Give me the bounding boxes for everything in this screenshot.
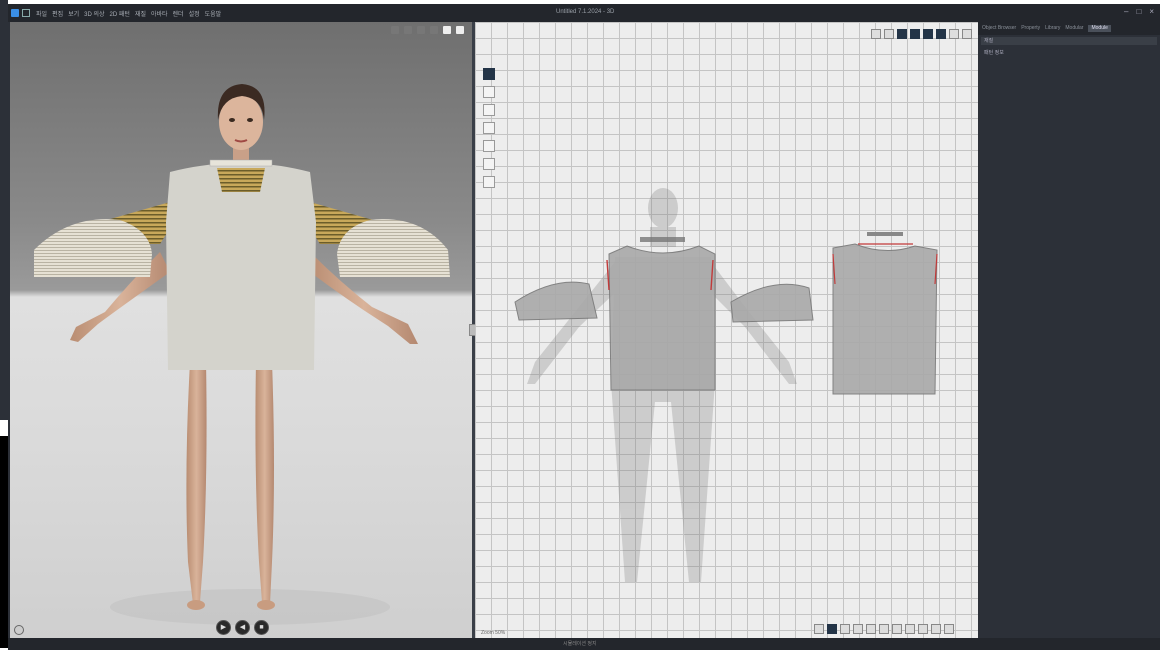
fold-tool-icon[interactable]: [483, 176, 495, 188]
3d-viewport[interactable]: ▶ ◀ ■: [10, 22, 472, 638]
status-text: 시뮬레이션 정지: [563, 641, 597, 647]
app-window: 파일 편집 보기 3D 의상 2D 패턴 재질 아바타 렌더 설정 도움말 Un…: [8, 4, 1160, 650]
menu-help[interactable]: 도움말: [205, 9, 222, 18]
segment-icon[interactable]: [853, 624, 863, 634]
tab-modular[interactable]: Modular: [1065, 25, 1083, 32]
minimize-button[interactable]: –: [1124, 7, 1128, 16]
pattern-front-collar: [640, 237, 685, 242]
3d-scene: [34, 84, 450, 625]
document-title: Untitled 7.1.2024 - 3D: [556, 9, 615, 15]
app-logo-icon: [11, 9, 19, 17]
show-texture-icon[interactable]: [910, 29, 920, 39]
pattern-right-sleeve: [730, 283, 814, 323]
simulate-back-button[interactable]: ◀: [235, 620, 250, 635]
panel-item[interactable]: 패턴 정보: [984, 49, 1154, 56]
display-option-icon[interactable]: [949, 29, 959, 39]
menu-render[interactable]: 렌더: [173, 9, 184, 18]
close-button[interactable]: ×: [1149, 7, 1154, 16]
menu-file[interactable]: 파일: [36, 9, 47, 18]
pattern-back-bodice: [832, 243, 938, 395]
camera-icon[interactable]: [404, 26, 412, 34]
fit-view-icon[interactable]: [871, 29, 881, 39]
sewing-tool-icon[interactable]: [483, 158, 495, 170]
align-icon[interactable]: [944, 624, 954, 634]
show-seam-icon[interactable]: [923, 29, 933, 39]
select-tool-icon[interactable]: [483, 68, 495, 80]
garment-display-icon[interactable]: [430, 26, 438, 34]
zoom-icon[interactable]: [905, 624, 915, 634]
status-bar: 시뮬레이션 정지: [8, 638, 1160, 650]
pattern-front-bodice: [608, 245, 716, 391]
show-pattern-icon[interactable]: [897, 29, 907, 39]
2d-pattern-canvas: [514, 188, 938, 582]
view-mode-icon[interactable]: [391, 26, 399, 34]
point-icon[interactable]: [840, 624, 850, 634]
measure-icon[interactable]: [879, 624, 889, 634]
curve-icon[interactable]: [866, 624, 876, 634]
menu-bar: 파일 편집 보기 3D 의상 2D 패턴 재질 아바타 렌더 설정 도움말: [36, 9, 221, 18]
undo-icon[interactable]: [814, 624, 824, 634]
tab-property[interactable]: Property: [1021, 25, 1040, 32]
menu-edit[interactable]: 편집: [52, 9, 63, 18]
symmetry-icon[interactable]: [892, 624, 902, 634]
rectangle-tool-icon[interactable]: [483, 104, 495, 116]
2d-pattern-viewport[interactable]: Zoom 50%: [475, 22, 978, 638]
menu-view[interactable]: 보기: [68, 9, 79, 18]
pen-icon[interactable]: [827, 624, 837, 634]
render-mode-icon[interactable]: [456, 26, 464, 34]
edit-curve-tool-icon[interactable]: [483, 86, 495, 98]
avatar-display-icon[interactable]: [417, 26, 425, 34]
2d-tool-palette: [483, 68, 495, 188]
2d-view-toolbar: [871, 29, 972, 39]
pattern-left-sleeve: [514, 281, 598, 321]
internal-shape-tool-icon[interactable]: [483, 122, 495, 134]
menu-3d-garment[interactable]: 3D 의상: [84, 9, 104, 18]
window-left-edge: [0, 0, 8, 420]
panel-dropdown[interactable]: 재질: [981, 37, 1157, 45]
menu-material[interactable]: 재질: [135, 9, 146, 18]
simulate-stop-button[interactable]: ■: [254, 620, 269, 635]
button-tool-icon[interactable]: [483, 140, 495, 152]
simulation-controls: ▶ ◀ ■: [216, 620, 269, 635]
zoom-label: Zoom 50%: [481, 630, 506, 636]
pattern-back-collar: [867, 232, 903, 236]
window-controls: – □ ×: [1124, 7, 1154, 16]
tab-library[interactable]: Library: [1045, 25, 1060, 32]
rotate-icon[interactable]: [918, 624, 928, 634]
3d-garment[interactable]: [34, 159, 450, 370]
menu-settings[interactable]: 설정: [189, 9, 200, 18]
more-icon[interactable]: [962, 29, 972, 39]
viewport-settings-icon[interactable]: [14, 625, 24, 635]
title-bar: 파일 편집 보기 3D 의상 2D 패턴 재질 아바타 렌더 설정 도움말 Un…: [8, 4, 1160, 22]
window-left-edge-dark: [0, 436, 8, 648]
menu-2d-pattern[interactable]: 2D 패턴: [110, 9, 130, 18]
texture-display-icon[interactable]: [443, 26, 451, 34]
show-avatar-icon[interactable]: [936, 29, 946, 39]
window-menu-icon[interactable]: [22, 9, 30, 17]
right-panel: Object Browser Property Library Modular …: [978, 22, 1160, 638]
menu-avatar[interactable]: 아바타: [151, 9, 168, 18]
pattern-pieces[interactable]: [514, 232, 938, 395]
grid-icon[interactable]: [884, 29, 894, 39]
panel-tabs: Object Browser Property Library Modular …: [978, 22, 1160, 35]
flip-icon[interactable]: [931, 624, 941, 634]
tab-object-browser[interactable]: Object Browser: [982, 25, 1016, 32]
simulate-play-button[interactable]: ▶: [216, 620, 231, 635]
tab-module[interactable]: Module: [1088, 25, 1111, 32]
2d-bottom-toolbar: [814, 624, 954, 634]
maximize-button[interactable]: □: [1136, 7, 1141, 16]
3d-view-toolbar: [391, 26, 464, 34]
